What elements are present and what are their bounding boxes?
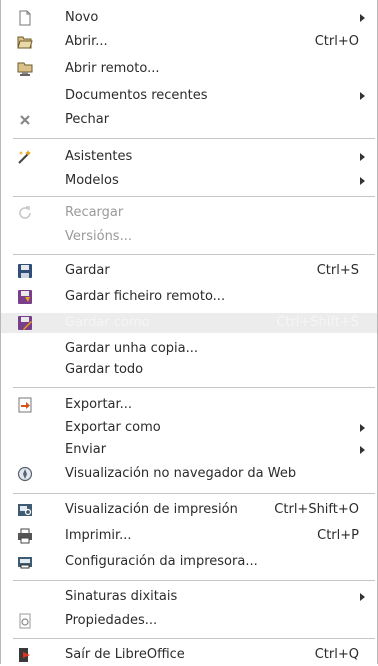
exit-icon: [17, 647, 33, 663]
menu-item-label: Propiedades...: [65, 613, 158, 628]
menu-item-exit[interactable]: Saír de LibreOffice Ctrl+Q: [1, 645, 377, 665]
menu-item-save-copy[interactable]: Gardar unha copia...: [1, 339, 377, 359]
save-icon: [17, 263, 33, 279]
menu-item-label: Pechar: [65, 112, 110, 127]
menu-item-label: Configuración da impresora...: [65, 554, 258, 569]
menu-item-label: Modelos: [65, 173, 119, 188]
separator: [13, 580, 375, 581]
save-remote-icon: [17, 289, 33, 305]
shortcut-label: Ctrl+Shift+S: [276, 315, 359, 330]
submenu-arrow-icon: [360, 14, 365, 22]
menu-item-label: Visualización de impresión: [65, 502, 238, 517]
submenu-arrow-icon: [360, 153, 365, 161]
menu-item-print-preview[interactable]: Visualización de impresión Ctrl+Shift+O: [1, 500, 377, 520]
save-as-icon: [17, 315, 33, 331]
menu-item-label: Gardar: [65, 263, 110, 278]
submenu-arrow-icon: [360, 177, 365, 185]
print-preview-icon: [17, 502, 33, 518]
wizard-icon: [17, 149, 33, 165]
shortcut-label: Ctrl+O: [314, 34, 359, 49]
shortcut-label: Ctrl+S: [316, 263, 359, 278]
menu-item-recent-documents[interactable]: Documentos recentes: [1, 86, 377, 106]
menu-item-label: Sinaturas dixitais: [65, 589, 178, 604]
menu-item-reload[interactable]: Recargar: [1, 203, 377, 223]
menu-item-label: Abrir...: [65, 34, 108, 49]
menu-item-label: Versións...: [65, 229, 132, 244]
shortcut-label: Ctrl+Shift+O: [274, 502, 359, 517]
menu-item-label: Recargar: [65, 205, 124, 220]
remote-folder-icon: [17, 61, 33, 77]
menu-item-label: Gardar todo: [65, 362, 144, 377]
export-icon: [17, 397, 33, 413]
submenu-arrow-icon: [360, 446, 365, 454]
menu-item-export-as[interactable]: Exportar como: [1, 418, 377, 438]
menu-item-label: Exportar...: [65, 397, 133, 412]
shortcut-label: Ctrl+P: [317, 528, 359, 543]
menu-item-label: Imprimir...: [65, 528, 132, 543]
web-browser-icon: [17, 466, 33, 482]
submenu-arrow-icon: [360, 593, 365, 601]
separator: [13, 387, 375, 388]
menu-item-save-all[interactable]: Gardar todo: [1, 360, 377, 380]
menu-item-label: Saír de LibreOffice: [65, 647, 185, 662]
submenu-arrow-icon: [360, 424, 365, 432]
menu-item-export[interactable]: Exportar...: [1, 395, 377, 415]
properties-icon: [17, 613, 33, 629]
folder-open-icon: [17, 34, 33, 50]
separator: [13, 254, 375, 255]
menu-item-print[interactable]: Imprimir... Ctrl+P: [1, 526, 377, 546]
menu-item-label: Abrir remoto...: [65, 61, 160, 76]
menu-item-digital-signatures[interactable]: Sinaturas dixitais: [1, 587, 377, 607]
menu-item-versions[interactable]: Versións...: [1, 227, 377, 247]
separator: [13, 138, 375, 139]
submenu-arrow-icon: [360, 92, 365, 100]
menu-item-printer-settings[interactable]: Configuración da impresora...: [1, 552, 377, 572]
menu-item-label: Gardar como: [65, 315, 150, 330]
menu-item-save-as[interactable]: Gardar como Ctrl+Shift+S: [1, 313, 377, 333]
menu-item-wizards[interactable]: Asistentes: [1, 147, 377, 167]
menu-item-preview-in-browser[interactable]: Visualización no navegador da Web: [1, 464, 377, 484]
menu-item-label: Visualización no navegador da Web: [65, 466, 297, 481]
menu-item-send[interactable]: Enviar: [1, 440, 377, 460]
menu-item-label: Asistentes: [65, 149, 133, 164]
separator: [13, 493, 375, 494]
menu-item-new[interactable]: Novo: [1, 8, 377, 28]
menu-item-label: Enviar: [65, 442, 107, 457]
menu-item-templates[interactable]: Modelos: [1, 171, 377, 191]
menu-item-close[interactable]: Pechar: [1, 110, 377, 130]
printer-icon: [17, 528, 33, 544]
menu-item-label: Gardar unha copia...: [65, 341, 198, 356]
reload-icon: [17, 205, 33, 221]
file-menu: Novo Abrir... Ctrl+O Abrir remoto... Doc…: [0, 0, 378, 664]
menu-item-properties[interactable]: Propiedades...: [1, 611, 377, 631]
printer-settings-icon: [17, 554, 33, 570]
menu-item-label: Gardar ficheiro remoto...: [65, 289, 226, 304]
menu-item-label: Novo: [65, 10, 99, 25]
document-icon: [17, 10, 33, 26]
menu-item-label: Exportar como: [65, 420, 161, 435]
menu-item-label: Documentos recentes: [65, 88, 208, 103]
separator: [13, 196, 375, 197]
close-icon: [17, 112, 33, 128]
shortcut-label: Ctrl+Q: [314, 647, 359, 662]
separator: [13, 638, 375, 639]
menu-item-open[interactable]: Abrir... Ctrl+O: [1, 32, 377, 52]
menu-item-open-remote[interactable]: Abrir remoto...: [1, 59, 377, 79]
menu-item-save[interactable]: Gardar Ctrl+S: [1, 261, 377, 281]
menu-item-save-remote[interactable]: Gardar ficheiro remoto...: [1, 287, 377, 307]
